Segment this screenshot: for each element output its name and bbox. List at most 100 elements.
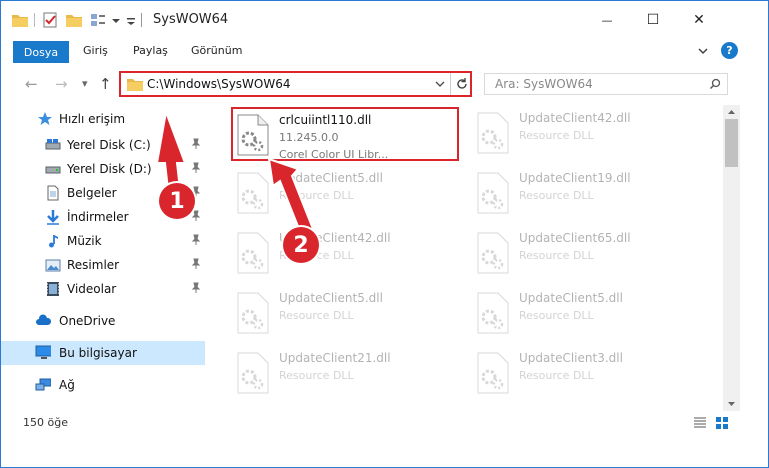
up-button[interactable]: ↑ xyxy=(99,75,112,93)
file-description: Resource DLL xyxy=(519,189,594,202)
back-button[interactable]: ← xyxy=(25,75,38,93)
recent-locations-button[interactable]: ▾ xyxy=(82,77,88,90)
dll-file-icon xyxy=(477,292,509,334)
dll-file-icon xyxy=(237,114,269,156)
tab-paylas[interactable]: Paylaş xyxy=(133,44,168,57)
sidebar-item-music[interactable]: Müzik xyxy=(1,229,205,253)
network-icon xyxy=(35,378,51,391)
sidebar-item-videos[interactable]: Videolar xyxy=(1,277,205,301)
tab-dosya[interactable]: Dosya xyxy=(13,41,69,63)
dll-file-icon xyxy=(237,232,269,274)
file-description: Resource DLL xyxy=(519,369,594,382)
address-divider xyxy=(450,73,451,95)
file-name: UpdateClient21.dll xyxy=(279,351,391,365)
maximize-button[interactable]: ☐ xyxy=(630,1,676,39)
pin-icon[interactable] xyxy=(191,258,201,270)
status-bar: 150 öğe xyxy=(1,411,768,435)
search-icon[interactable] xyxy=(709,78,721,90)
file-item[interactable]: UpdateClient21.dll Resource DLL xyxy=(233,347,461,401)
refresh-icon[interactable] xyxy=(455,77,469,91)
pin-icon[interactable] xyxy=(191,210,201,222)
file-name: crlcuiintl110.dll xyxy=(279,113,372,127)
customize-icon[interactable] xyxy=(89,11,107,29)
close-button[interactable]: ✕ xyxy=(676,1,722,39)
sidebar-item-label: Hızlı erişim xyxy=(59,112,126,126)
file-list: crlcuiintl110.dll 11.245.0.0 Corel Color… xyxy=(207,105,723,411)
sidebar-item-label: Videolar xyxy=(67,282,117,296)
file-item[interactable]: UpdateClient5.dll Resource DLL xyxy=(233,167,461,221)
qa-separator xyxy=(34,13,35,27)
sidebar-item-quick-access[interactable]: Hızlı erişim xyxy=(1,107,205,131)
file-name: UpdateClient19.dll xyxy=(519,171,631,185)
dll-file-icon xyxy=(237,352,269,394)
sidebar-item-label: Bu bilgisayar xyxy=(59,346,137,360)
title-bar: SysWOW64 — ☐ ✕ xyxy=(1,1,768,39)
large-icons-view-icon[interactable] xyxy=(715,416,729,430)
scrollbar-thumb[interactable] xyxy=(725,119,738,167)
file-name: UpdateClient5.dll xyxy=(279,171,383,185)
scroll-up-icon[interactable] xyxy=(727,108,736,115)
pin-icon[interactable] xyxy=(191,162,201,174)
pin-icon[interactable] xyxy=(191,282,201,294)
new-folder-icon[interactable] xyxy=(65,11,83,29)
address-bar[interactable]: C:\Windows\SysWOW64 xyxy=(119,71,472,97)
sidebar-item-label: Yerel Disk (D:) xyxy=(67,162,152,176)
vertical-scrollbar[interactable] xyxy=(723,105,740,411)
drive-icon xyxy=(45,166,61,174)
file-item[interactable]: UpdateClient5.dll Resource DLL xyxy=(473,287,701,341)
file-item[interactable]: UpdateClient19.dll Resource DLL xyxy=(473,167,701,221)
sidebar-item-this-pc[interactable]: Bu bilgisayar xyxy=(1,341,205,365)
dll-file-icon xyxy=(237,172,269,214)
file-name: UpdateClient65.dll xyxy=(519,231,631,245)
sidebar-item-network[interactable]: Ağ xyxy=(1,373,205,397)
details-view-icon[interactable] xyxy=(693,416,707,430)
drive-icon xyxy=(45,139,61,150)
file-name: UpdateClient5.dll xyxy=(279,291,383,305)
file-item[interactable]: UpdateClient65.dll Resource DLL xyxy=(473,227,701,281)
folder-icon xyxy=(12,15,28,27)
address-text: C:\Windows\SysWOW64 xyxy=(147,77,291,91)
properties-icon[interactable] xyxy=(41,11,59,29)
sidebar-item-drive-d[interactable]: Yerel Disk (D:) xyxy=(1,157,205,181)
dll-file-icon xyxy=(477,232,509,274)
minimize-button[interactable]: — xyxy=(584,1,630,39)
sidebar-item-label: Yerel Disk (C:) xyxy=(67,138,151,152)
file-item[interactable]: UpdateClient3.dll Resource DLL xyxy=(473,347,701,401)
onedrive-icon xyxy=(36,314,51,325)
minimize-icon: — xyxy=(601,13,613,27)
file-description: Resource DLL xyxy=(519,129,594,142)
videos-icon xyxy=(47,282,59,296)
file-item-highlighted[interactable]: crlcuiintl110.dll 11.245.0.0 Corel Color… xyxy=(231,107,459,161)
dropdown-arrow-icon[interactable] xyxy=(109,11,123,29)
pin-icon[interactable] xyxy=(191,234,201,246)
expand-ribbon-icon[interactable] xyxy=(697,45,709,57)
window-title: SysWOW64 xyxy=(153,12,229,27)
navigation-pane: Hızlı erişim Yerel Disk (C:) Yerel Disk … xyxy=(1,105,207,411)
star-icon xyxy=(38,112,52,125)
sidebar-item-drive-c[interactable]: Yerel Disk (C:) xyxy=(1,133,205,157)
address-dropdown-icon[interactable] xyxy=(435,80,445,88)
help-icon[interactable]: ? xyxy=(721,42,738,59)
scroll-down-icon[interactable] xyxy=(727,401,736,408)
search-input[interactable]: Ara: SysWOW64 xyxy=(484,73,728,95)
dll-file-icon xyxy=(237,292,269,334)
file-description: Resource DLL xyxy=(279,309,354,322)
music-icon xyxy=(49,235,58,248)
file-item[interactable]: UpdateClient42.dll Resource DLL xyxy=(233,227,461,281)
file-name: UpdateClient3.dll xyxy=(519,351,623,365)
qa-more-icon[interactable] xyxy=(125,11,137,29)
sidebar-item-onedrive[interactable]: OneDrive xyxy=(1,309,205,333)
explorer-window: SysWOW64 — ☐ ✕ Dosya Giriş Paylaş Görünü… xyxy=(0,0,769,468)
forward-button[interactable]: → xyxy=(55,75,68,93)
sidebar-item-pictures[interactable]: Resimler xyxy=(1,253,205,277)
dll-file-icon xyxy=(477,112,509,154)
dll-file-icon xyxy=(477,352,509,394)
file-item[interactable]: UpdateClient5.dll Resource DLL xyxy=(233,287,461,341)
sidebar-item-label: İndirmeler xyxy=(67,210,129,224)
sidebar-item-label: OneDrive xyxy=(59,314,116,328)
file-item[interactable]: UpdateClient42.dll Resource DLL xyxy=(473,107,701,161)
sidebar-item-label: Belgeler xyxy=(67,186,117,200)
tab-gorunum[interactable]: Görünüm xyxy=(191,44,242,57)
pin-icon[interactable] xyxy=(191,138,201,150)
tab-giris[interactable]: Giriş xyxy=(83,44,108,57)
